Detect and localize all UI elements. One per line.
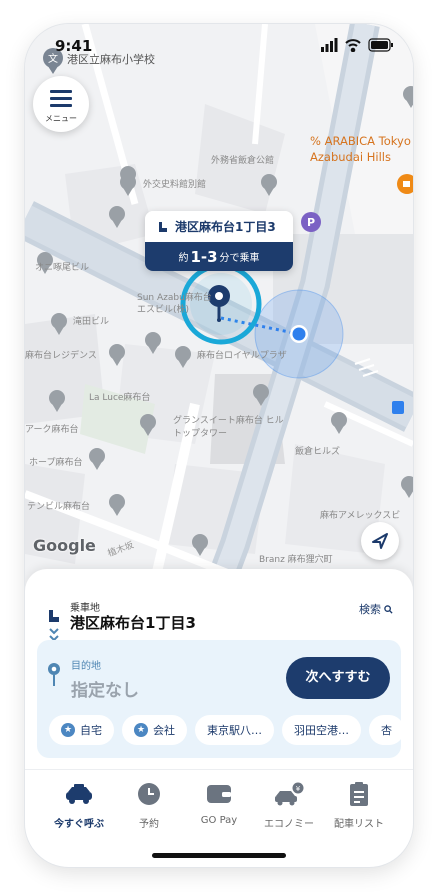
map-label-yukari: 滝田ビル xyxy=(73,317,110,327)
tab-economy[interactable]: ¥ エコノミー xyxy=(253,782,325,830)
map-label-royal: 麻布台ロイヤルプラザ xyxy=(197,351,287,361)
search-button[interactable]: 検索 xyxy=(359,601,393,617)
next-button[interactable]: 次へすすむ xyxy=(286,657,390,699)
bottom-sheet: 乗車地 港区麻布台1丁目3 検索 目的地 指定なし 次へすすむ ★ 自宅 ★ 会社 東京… xyxy=(25,569,413,867)
hamburger-icon xyxy=(50,90,72,107)
map-label-arabica: % ARABICA Tokyo Azabudai Hills xyxy=(310,134,411,164)
navigation-arrow-icon xyxy=(372,533,388,549)
tab-label: GO Pay xyxy=(200,815,238,826)
map-label-azabudai-residence: 麻布台レジデンス xyxy=(25,351,97,361)
map-label-grand: グランスイート麻布台 ヒルトップタワー xyxy=(173,416,284,439)
map-label-branz: Branz 麻布狸穴町 xyxy=(259,555,333,565)
tab-bar: 今すぐ呼ぶ 予約 GO Pay ¥ エコノミー 配車リスト xyxy=(25,769,413,832)
star-icon: ★ xyxy=(134,723,148,737)
destination-label: 目的地 xyxy=(71,661,101,672)
shortcut-chips: ★ 自宅 ★ 会社 東京駅八… 羽田空港… 杏 xyxy=(49,715,401,747)
economy-car-icon: ¥ xyxy=(275,782,304,806)
map-label-oni: オニ啄尾ビル xyxy=(35,263,90,273)
map-label-iikura: 飯倉ヒルズ xyxy=(295,447,341,457)
chip-tokyo-station[interactable]: 東京駅八… xyxy=(195,715,274,745)
menu-label: メニュー xyxy=(45,114,77,123)
map-label-hall: 外務省飯倉公館 xyxy=(211,156,275,166)
chip-more[interactable]: 杏 xyxy=(369,715,401,745)
tab-ride-list[interactable]: 配車リスト xyxy=(323,782,395,830)
pickup-address: 港区麻布台1丁目3 xyxy=(70,614,196,632)
seat-icon xyxy=(49,610,59,622)
chip-label: 東京駅八… xyxy=(207,724,262,737)
status-time: 9:41 xyxy=(55,37,93,55)
signal-icon xyxy=(321,38,338,52)
search-label: 検索 xyxy=(359,603,381,616)
eta-range: 1-3 xyxy=(190,247,218,266)
tab-label: 予約 xyxy=(139,819,159,830)
current-location-button[interactable] xyxy=(361,522,399,560)
chip-label: 羽田空港… xyxy=(294,724,349,737)
pickup-callout[interactable]: 港区麻布台1丁目3 約 1-3 分で乗車 xyxy=(145,211,293,271)
svg-text:P: P xyxy=(307,216,315,229)
tab-label: エコノミー xyxy=(264,819,314,830)
map-label-amerex: 麻布アメレックスビ xyxy=(320,511,401,521)
map-label-hope: ホープ麻布台 xyxy=(29,458,83,468)
clipboard-icon xyxy=(350,782,368,806)
chip-haneda[interactable]: 羽田空港… xyxy=(282,715,361,745)
map-label-archive: 外交史料館別館 xyxy=(143,180,207,190)
tab-label: 今すぐ呼ぶ xyxy=(54,819,104,830)
tab-reserve[interactable]: 予約 xyxy=(113,782,185,830)
svg-text:¥: ¥ xyxy=(296,785,301,793)
wallet-icon xyxy=(207,785,231,803)
eta-suffix: 分で乗車 xyxy=(219,253,260,264)
status-bar: 9:41 xyxy=(25,24,413,68)
map-label-sunazabu: Sun Azabu麻布台 エスビル(株) xyxy=(137,293,212,315)
home-indicator xyxy=(152,853,286,858)
battery-icon xyxy=(368,38,393,52)
destination-card: 目的地 指定なし 次へすすむ ★ 自宅 ★ 会社 東京駅八… 羽田空港… 杏 xyxy=(37,640,401,758)
status-icons xyxy=(321,38,393,52)
pickup-callout-address: 港区麻布台1丁目3 xyxy=(175,220,276,234)
clock-icon xyxy=(138,783,160,805)
pickup-row[interactable]: 乗車地 港区麻布台1丁目3 検索 xyxy=(25,599,413,632)
taxi-icon xyxy=(66,784,92,804)
chip-label: 自宅 xyxy=(80,724,102,737)
chip-label: 杏 xyxy=(381,724,392,737)
google-logo: Google xyxy=(33,536,96,555)
map-label-laluce: La Luce麻布台 xyxy=(89,393,151,403)
seat-icon xyxy=(159,221,167,232)
phone-screen: 文 P 港区立麻布小学校 % ARABICA Tokyo Azabudai Hi… xyxy=(25,24,413,867)
chip-office[interactable]: ★ 会社 xyxy=(122,715,187,745)
menu-button[interactable]: メニュー xyxy=(33,76,89,132)
destination-input[interactable]: 指定なし xyxy=(71,676,139,701)
wifi-icon xyxy=(345,39,361,52)
search-icon xyxy=(384,604,393,614)
chip-home[interactable]: ★ 自宅 xyxy=(49,715,114,745)
chip-label: 会社 xyxy=(153,724,175,737)
star-icon: ★ xyxy=(61,723,75,737)
destination-pin-icon xyxy=(48,663,60,686)
map-label-ark: アーク麻布台 xyxy=(25,425,79,435)
eta-prefix: 約 xyxy=(178,253,189,264)
tab-call-now[interactable]: 今すぐ呼ぶ xyxy=(43,782,115,830)
map-label-tateru: テンビル麻布台 xyxy=(27,502,91,512)
tab-label: 配車リスト xyxy=(334,819,384,830)
tab-go-pay[interactable]: GO Pay xyxy=(183,782,255,826)
